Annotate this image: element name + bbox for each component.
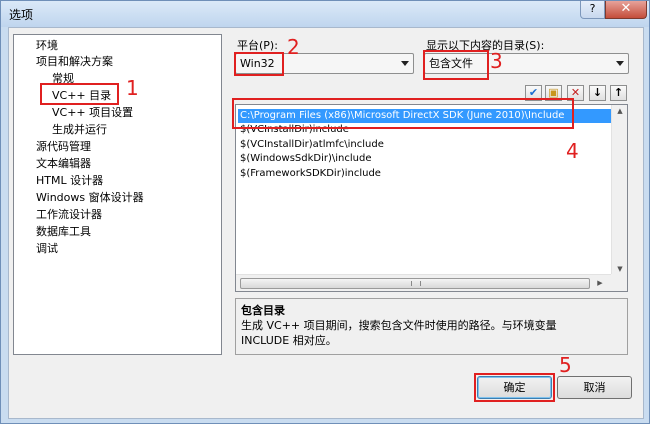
list-item[interactable]: $(VCInstallDir)include (240, 123, 349, 137)
move-down-button[interactable]: ↓ (589, 85, 606, 101)
list-item[interactable]: C:\Program Files (x86)\Microsoft DirectX… (238, 109, 611, 123)
tree-item-debugging[interactable]: 调试 (36, 241, 58, 257)
tree-item-projects-solutions[interactable]: 项目和解决方案 (36, 54, 113, 70)
tree-item-html-designer[interactable]: HTML 设计器 (36, 173, 103, 189)
new-line-button[interactable]: ▣ (545, 85, 562, 101)
description-title: 包含目录 (241, 304, 285, 317)
platform-value: Win32 (240, 57, 275, 70)
scroll-right-icon[interactable]: ▶ (592, 279, 608, 287)
horizontal-scrollbar[interactable]: ▶ (236, 274, 611, 291)
check-button[interactable]: ✔ (525, 85, 542, 101)
tree-item-environment[interactable]: 环境 (36, 38, 58, 54)
show-dirs-value: 包含文件 (429, 57, 473, 70)
description-panel: 包含目录 生成 VC++ 项目期间，搜索包含文件时使用的路径。与环境变量 INC… (235, 298, 628, 355)
show-dirs-select[interactable]: 包含文件 (424, 53, 629, 74)
move-up-button[interactable]: ↑ (610, 85, 627, 101)
scroll-thumb[interactable] (240, 278, 590, 289)
list-item[interactable]: $(VCInstallDir)atlmfc\include (240, 138, 384, 152)
scroll-corner (611, 274, 627, 291)
check-icon: ✔ (528, 86, 539, 99)
annotation-number-1: 1 (126, 76, 139, 100)
ok-button[interactable]: 确定 (477, 376, 552, 399)
directory-list[interactable]: C:\Program Files (x86)\Microsoft DirectX… (235, 104, 628, 292)
arrow-down-icon: ↓ (592, 86, 603, 99)
annotation-number-3: 3 (490, 49, 503, 73)
platform-label: 平台(P): (237, 39, 278, 52)
vertical-scrollbar[interactable]: ▲ ▼ (611, 105, 627, 275)
tree-item-general[interactable]: 常规 (52, 71, 74, 87)
delete-icon: ✕ (570, 86, 581, 99)
tree-item-text-editor[interactable]: 文本编辑器 (36, 156, 91, 172)
tree-item-vc-directories[interactable]: VC++ 目录 (52, 88, 111, 104)
chevron-down-icon (616, 61, 624, 66)
tree-item-vc-project-settings[interactable]: VC++ 项目设置 (52, 105, 133, 121)
new-folder-icon: ▣ (548, 86, 559, 99)
chevron-down-icon (401, 61, 409, 66)
options-tree[interactable]: 环境 项目和解决方案 常规 VC++ 目录 VC++ 项目设置 生成并运行 源代… (13, 34, 222, 355)
tree-item-workflow-designer[interactable]: 工作流设计器 (36, 207, 102, 223)
tree-item-build-run[interactable]: 生成并运行 (52, 122, 107, 138)
window-title: 选项 (9, 8, 34, 22)
close-icon: ✕ (620, 1, 632, 16)
annotation-number-2: 2 (287, 35, 300, 59)
annotation-number-5: 5 (559, 353, 572, 377)
list-item[interactable]: $(WindowsSdkDir)\include (240, 152, 371, 166)
help-button[interactable]: ? (580, 1, 605, 19)
arrow-up-icon: ↑ (613, 86, 624, 99)
tree-item-winforms-designer[interactable]: Windows 窗体设计器 (36, 190, 144, 206)
description-text: 生成 VC++ 项目期间，搜索包含文件时使用的路径。与环境变量 INCLUDE … (241, 319, 557, 347)
close-button[interactable]: ✕ (605, 1, 647, 19)
list-item[interactable]: $(FrameworkSDKDir)include (240, 167, 381, 181)
scroll-up-icon[interactable]: ▲ (612, 107, 628, 115)
scroll-down-icon[interactable]: ▼ (612, 265, 628, 273)
tree-item-source-control[interactable]: 源代码管理 (36, 139, 91, 155)
annotation-number-4: 4 (566, 139, 579, 163)
delete-line-button[interactable]: ✕ (567, 85, 584, 101)
tree-item-database-tools[interactable]: 数据库工具 (36, 224, 91, 240)
title-bar[interactable]: 选项 ? ✕ (1, 1, 649, 27)
show-dirs-label: 显示以下内容的目录(S): (426, 39, 545, 52)
cancel-button[interactable]: 取消 (557, 376, 632, 399)
grip-icon (411, 281, 421, 286)
platform-select[interactable]: Win32 (235, 53, 414, 74)
